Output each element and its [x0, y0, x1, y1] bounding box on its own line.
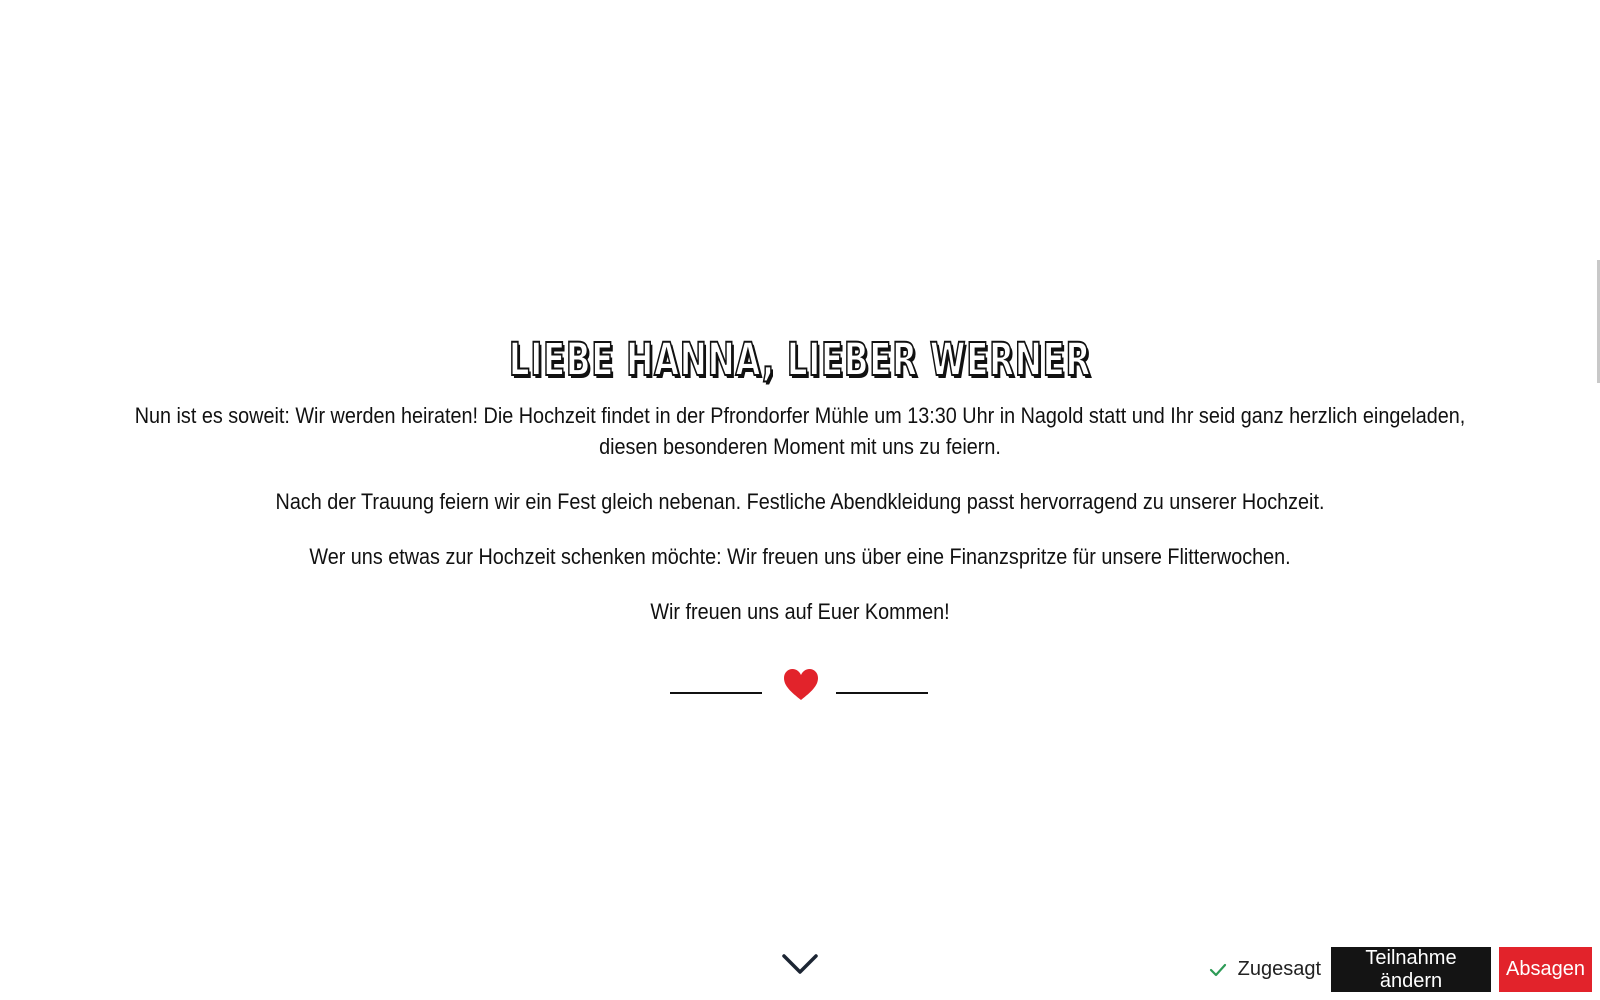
invitation-page: LIEBE HANNA, LIEBER WERNER Nun ist es so…	[0, 0, 1600, 1000]
divider-line-left	[670, 692, 762, 694]
invitation-paragraph: Nun ist es soweit: Wir werden heiraten! …	[134, 403, 1466, 459]
invitation-paragraph: Wir freuen uns auf Euer Kommen!	[650, 599, 950, 624]
invitation-text: Nun ist es soweit: Wir werden heiraten! …	[50, 400, 1550, 651]
divider-line-right	[836, 692, 928, 694]
decline-button[interactable]: Absagen	[1499, 947, 1592, 992]
rsvp-status: Zugesagt	[1208, 958, 1323, 981]
change-attendance-button[interactable]: Teilnahme ändern	[1331, 947, 1491, 992]
chevron-down-icon[interactable]	[780, 950, 820, 978]
heart-divider	[670, 668, 930, 708]
invitation-paragraph: Nach der Trauung feiern wir ein Fest gle…	[275, 489, 1325, 514]
rsvp-bar: Zugesagt Teilnahme ändern Absagen	[1208, 947, 1592, 992]
heart-icon	[784, 669, 818, 700]
invitation-paragraph: Wer uns etwas zur Hochzeit schenken möch…	[309, 544, 1291, 569]
check-icon	[1209, 963, 1226, 976]
page-title: LIEBE HANNA, LIEBER WERNER	[508, 332, 1092, 387]
rsvp-status-label: Zugesagt	[1237, 958, 1321, 980]
